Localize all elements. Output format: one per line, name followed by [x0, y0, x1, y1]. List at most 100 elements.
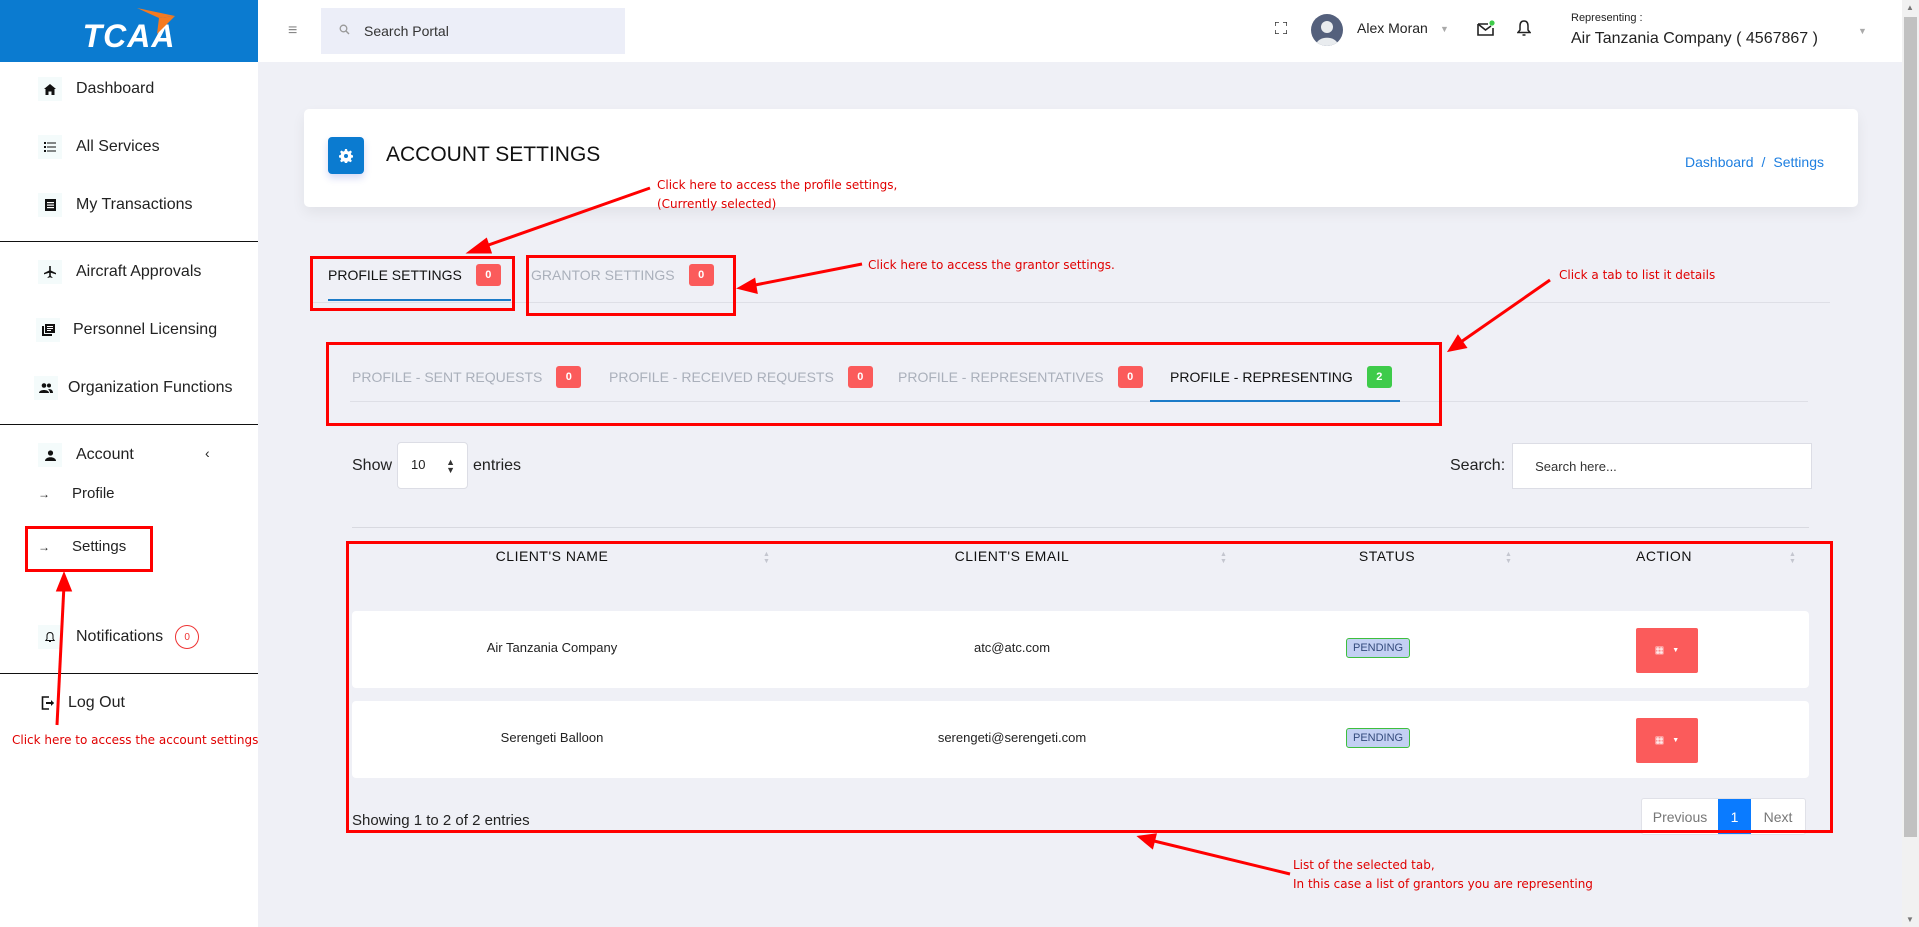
sidebar-item-organization-functions[interactable]: Organization Functions [0, 373, 258, 403]
portal-search[interactable] [321, 8, 625, 54]
sidebar: TCAA Dashboard All Services My Transacti… [0, 0, 258, 927]
sidebar-item-label: Dashboard [76, 80, 155, 97]
grid-icon: ▦ [1654, 645, 1665, 656]
breadcrumb-separator: / [1761, 154, 1766, 170]
show-label: Show [352, 456, 393, 474]
annotation-tabs: Click a tab to list it details [1559, 268, 1716, 282]
sidebar-item-notifications[interactable]: Notifications 0 [0, 622, 258, 652]
hamburger-menu-icon[interactable]: ≡ [288, 22, 297, 40]
grid-icon: ▦ [1654, 735, 1665, 746]
sidebar-item-personnel-licensing[interactable]: Personnel Licensing [0, 315, 258, 345]
annotation-list: List of the selected tab, In this case a… [1293, 858, 1593, 891]
sort-icon[interactable]: ▲ ▼ [1505, 551, 1512, 565]
column-header-status[interactable]: STATUS [1312, 548, 1462, 564]
pagination-previous[interactable]: Previous [1642, 799, 1718, 834]
license-icon [36, 318, 60, 342]
caret-down-icon[interactable]: ▼ [1440, 24, 1449, 34]
logo[interactable]: TCAA [0, 0, 258, 62]
people-icon [34, 376, 58, 400]
sidebar-item-dashboard[interactable]: Dashboard [0, 74, 258, 104]
representing-label: Representing : [1571, 12, 1643, 24]
sidebar-item-label: My Transactions [76, 196, 193, 213]
avatar[interactable] [1311, 14, 1343, 46]
arrow-right-icon: → [38, 539, 50, 554]
client-name: Air Tanzania Company [486, 640, 618, 655]
receipt-icon [38, 193, 62, 217]
sidebar-item-logout[interactable]: Log Out [0, 688, 258, 718]
table-search: Search: [1450, 443, 1813, 489]
annotation-grantor-settings: Click here to access the grantor setting… [868, 258, 1115, 272]
sidebar-item-label: Log Out [68, 694, 125, 711]
tab-sent-requests[interactable]: PROFILE - SENT REQUESTS 0 [352, 366, 582, 388]
breadcrumb-settings[interactable]: Settings [1773, 154, 1824, 170]
sidebar-item-aircraft-approvals[interactable]: Aircraft Approvals [0, 257, 258, 287]
page-header-card: ACCOUNT SETTINGS Dashboard / Settings [304, 109, 1858, 207]
page-scrollbar[interactable]: ▲ ▼ [1902, 0, 1919, 927]
logout-icon [36, 691, 60, 715]
entries-per-page-select[interactable]: 10 ▲ ▼ [397, 442, 469, 489]
scrollbar-thumb[interactable] [1904, 17, 1917, 837]
action-dropdown-button[interactable]: ▦ ▼ [1636, 628, 1698, 673]
sidebar-subitem-label: Profile [72, 485, 115, 502]
sort-icon[interactable]: ▲ ▼ [1220, 551, 1227, 565]
annotation-account-settings: Click here to access the account setting… [12, 733, 259, 747]
chevron-left-icon: ‹ [205, 445, 210, 461]
scroll-up-arrow-icon[interactable]: ▲ [1906, 3, 1914, 12]
column-header-client-name[interactable]: CLIENT'S NAME [452, 548, 652, 564]
sort-icon[interactable]: ▲ ▼ [1789, 551, 1796, 565]
portal-search-input[interactable] [364, 23, 594, 39]
entries-label: entries [473, 456, 522, 474]
tab-grantor-settings[interactable]: GRANTOR SETTINGS 0 [531, 264, 714, 286]
tab-count-badge: 0 [556, 366, 582, 388]
action-dropdown-button[interactable]: ▦ ▼ [1636, 718, 1698, 763]
column-header-action[interactable]: ACTION [1594, 548, 1734, 564]
topbar: ≡ Alex Moran ▼ Representing : Air Tanzan… [258, 0, 1902, 62]
sidebar-item-label: Personnel Licensing [73, 321, 218, 338]
sidebar-item-all-services[interactable]: All Services [0, 132, 258, 162]
pagination-page-current[interactable]: 1 [1718, 799, 1751, 834]
sidebar-item-account[interactable]: Account ‹ [0, 440, 258, 470]
table-info: Showing 1 to 2 of 2 entries [352, 812, 530, 829]
bell-icon [38, 625, 62, 649]
caret-down-icon: ▼ [1672, 647, 1680, 654]
column-header-client-email[interactable]: CLIENT'S EMAIL [912, 548, 1112, 564]
representing-selector[interactable]: Air Tanzania Company ( 4567867 ) [1571, 30, 1818, 48]
page-title: ACCOUNT SETTINGS [386, 143, 601, 166]
sidebar-subitem-profile[interactable]: → Profile [38, 485, 115, 502]
notifications-count-badge: 0 [175, 625, 200, 649]
sort-icon[interactable]: ▲ ▼ [763, 551, 770, 565]
fullscreen-icon[interactable] [1274, 21, 1288, 37]
sidebar-subitem-settings[interactable]: → Settings [38, 538, 126, 555]
table-row: Air Tanzania Company atc@atc.com PENDING… [352, 611, 1809, 688]
status-badge: PENDING [1346, 638, 1411, 658]
tab-count-badge: 0 [847, 366, 873, 388]
tab-count-badge: 0 [688, 264, 714, 286]
breadcrumb-dashboard[interactable]: Dashboard [1685, 154, 1754, 170]
tab-representatives[interactable]: PROFILE - REPRESENTATIVES 0 [898, 366, 1143, 388]
sidebar-divider [0, 673, 258, 674]
arrow-right-icon: → [38, 486, 50, 501]
caret-down-icon: ▼ [1672, 737, 1680, 744]
bell-icon[interactable] [1516, 20, 1532, 42]
sidebar-item-my-transactions[interactable]: My Transactions [0, 190, 258, 220]
mail-icon[interactable] [1477, 20, 1495, 41]
scroll-down-arrow-icon[interactable]: ▼ [1906, 915, 1914, 924]
table-search-input[interactable] [1512, 443, 1813, 489]
sidebar-divider [0, 424, 258, 425]
tab-received-requests[interactable]: PROFILE - RECEIVED REQUESTS 0 [609, 366, 873, 388]
tab-label: PROFILE - SENT REQUESTS [352, 369, 543, 385]
user-icon [38, 443, 62, 467]
annotation-arrowhead [1446, 334, 1468, 353]
pagination-next[interactable]: Next [1751, 799, 1805, 834]
client-email: atc@atc.com [973, 640, 1051, 655]
annotation-arrowhead [1136, 833, 1157, 850]
breadcrumb: Dashboard / Settings [1685, 154, 1824, 170]
sidebar-divider [0, 241, 258, 242]
tab-representing[interactable]: PROFILE - REPRESENTING 2 [1170, 366, 1392, 388]
secondary-tabs: PROFILE - SENT REQUESTS 0 PROFILE - RECE… [350, 362, 1808, 402]
logo-plane-icon [137, 8, 175, 34]
tab-label: PROFILE SETTINGS [328, 267, 462, 283]
user-name[interactable]: Alex Moran [1357, 20, 1428, 36]
caret-down-icon[interactable]: ▼ [1858, 26, 1867, 36]
tab-profile-settings[interactable]: PROFILE SETTINGS 0 [328, 264, 501, 286]
